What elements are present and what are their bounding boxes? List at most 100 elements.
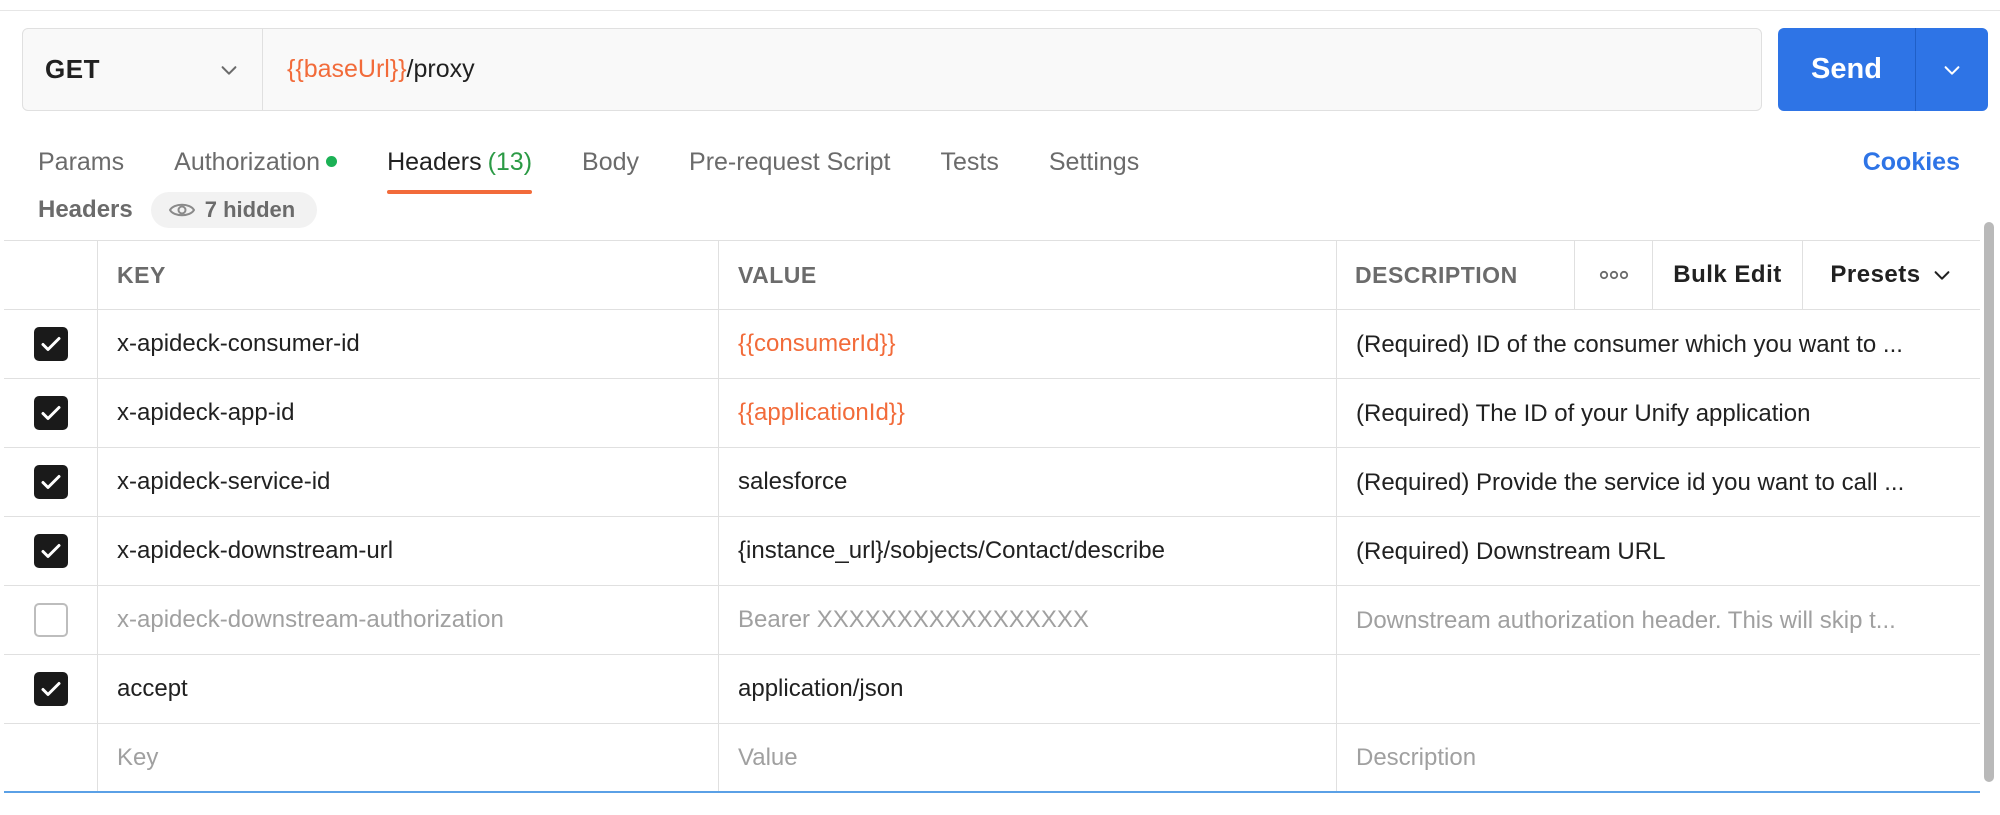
url-input[interactable]: {{baseUrl}}/proxy [263,29,1761,110]
row-checkbox-cell [4,310,98,378]
row-checkbox[interactable] [33,465,68,499]
tab-label: Body [582,148,640,176]
new-header-row: Key Value Description [4,724,1980,793]
check-icon [41,475,60,489]
vertical-scrollbar[interactable] [1984,222,1994,782]
table-row: x-apideck-app-id {{applicationId}} (Requ… [4,379,1980,448]
header-value-input[interactable]: salesforce [719,448,1337,516]
tab-authorization[interactable]: Authorization [174,142,338,194]
header-description-input[interactable]: (Required) Provide the service id you wa… [1337,448,1980,516]
row-checkbox-cell [4,724,98,791]
table-row: x-apideck-downstream-authorization Beare… [4,586,1980,655]
send-dropdown-button[interactable] [1916,28,1988,111]
header-value-input[interactable]: {{applicationId}} [719,379,1337,447]
presets-dropdown[interactable]: Presets [1803,241,1980,309]
more-options-button[interactable] [1575,241,1653,309]
header-value-input[interactable]: Bearer XXXXXXXXXXXXXXXXX [719,586,1337,654]
url-variable: {{baseUrl}} [287,55,407,83]
tab-body[interactable]: Body [582,142,639,194]
row-checkbox[interactable] [33,672,68,706]
header-description-input[interactable]: Downstream authorization header. This wi… [1337,586,1980,654]
check-icon [41,337,60,351]
eye-icon [168,203,195,217]
tab-label: Pre-request Script [689,148,891,176]
url-path: /proxy [406,55,475,83]
chevron-down-icon [221,65,237,75]
row-checkbox[interactable] [33,534,68,568]
method-url-group: GET {{baseUrl}}/proxy [22,28,1762,111]
tab-label: Authorization [174,148,321,176]
tab-label: Settings [1048,148,1140,176]
check-icon [41,406,60,420]
headers-count: (13) [487,148,533,176]
row-checkbox-cell [4,448,98,516]
header-value-input[interactable]: {instance_url}/sobjects/Contact/describe [719,517,1337,585]
table-row: x-apideck-downstream-url {instance_url}/… [4,517,1980,586]
tab-settings[interactable]: Settings [1049,142,1139,194]
row-checkbox[interactable] [33,396,68,430]
tab-headers[interactable]: Headers (13) [387,142,532,194]
header-key-input[interactable]: x-apideck-app-id [98,379,719,447]
table-row: x-apideck-consumer-id {{consumerId}} (Re… [4,310,1980,379]
cookies-link[interactable]: Cookies [1863,148,1960,177]
header-key-input[interactable]: x-apideck-consumer-id [98,310,719,378]
header-key-input[interactable]: x-apideck-downstream-authorization [98,586,719,654]
tab-tests[interactable]: Tests [941,142,999,194]
table-header-row: KEY VALUE DESCRIPTION Bulk Edit Presets [4,241,1980,310]
tab-label: Headers [387,148,482,176]
hidden-count-label: 7 hidden [204,197,296,222]
tab-pre-request-script[interactable]: Pre-request Script [689,142,890,194]
hidden-headers-toggle[interactable]: 7 hidden [150,192,318,228]
tab-label: Tests [940,148,999,176]
column-header-description-group: DESCRIPTION Bulk Edit Presets [1337,241,1980,309]
description-text: Downstream authorization header. This wi… [1356,606,1896,634]
request-tabs: Params Authorization Headers (13) Body Pr… [38,142,1189,194]
header-key-input[interactable]: accept [98,655,719,723]
header-description-input[interactable] [1337,655,1980,723]
send-button[interactable]: Send [1778,28,1916,111]
request-bar: GET {{baseUrl}}/proxy Send [22,28,1988,111]
headers-table: KEY VALUE DESCRIPTION Bulk Edit Presets … [4,240,1980,793]
header-value-input[interactable]: application/json [719,655,1337,723]
row-checkbox-cell [4,586,98,654]
bulk-edit-button[interactable]: Bulk Edit [1653,241,1803,309]
tab-params[interactable]: Params [38,142,124,194]
headers-subheader: Headers 7 hidden [38,192,318,228]
column-header-value: VALUE [719,241,1337,309]
row-checkbox-cell [4,655,98,723]
chevron-down-icon [1934,271,1950,280]
description-text: (Required) The ID of your Unify applicat… [1356,399,1811,427]
header-value-input[interactable]: {{consumerId}} [719,310,1337,378]
header-key-input[interactable]: x-apideck-downstream-url [98,517,719,585]
tab-label: Params [38,148,125,176]
row-checkbox-cell [4,517,98,585]
header-description-input[interactable]: (Required) Downstream URL [1337,517,1980,585]
column-header-key: KEY [98,241,719,309]
header-key-input[interactable]: x-apideck-service-id [98,448,719,516]
new-key-input[interactable]: Key [98,724,719,791]
description-text: (Required) ID of the consumer which you … [1356,330,1903,358]
method-select[interactable]: GET [23,29,263,110]
new-value-input[interactable]: Value [719,724,1337,791]
top-divider [0,10,2000,11]
chevron-down-icon [1944,65,1960,75]
check-icon [41,682,60,696]
header-check-cell [4,241,98,309]
new-description-input[interactable]: Description [1337,724,1980,791]
table-row: x-apideck-service-id salesforce (Require… [4,448,1980,517]
table-row: accept application/json [4,655,1980,724]
row-checkbox[interactable] [33,603,68,637]
description-text: (Required) Downstream URL [1356,537,1666,565]
presets-label: Presets [1830,261,1921,288]
description-text: (Required) Provide the service id you wa… [1356,468,1905,496]
column-header-description: DESCRIPTION [1337,241,1575,309]
auth-status-dot [326,155,338,167]
headers-section-title: Headers [38,196,133,223]
send-button-group: Send [1778,28,1988,111]
header-description-input[interactable]: (Required) The ID of your Unify applicat… [1337,379,1980,447]
method-label: GET [45,54,100,84]
ellipsis-icon [1599,270,1628,280]
row-checkbox[interactable] [33,327,68,361]
row-checkbox-cell [4,379,98,447]
header-description-input[interactable]: (Required) ID of the consumer which you … [1337,310,1980,378]
